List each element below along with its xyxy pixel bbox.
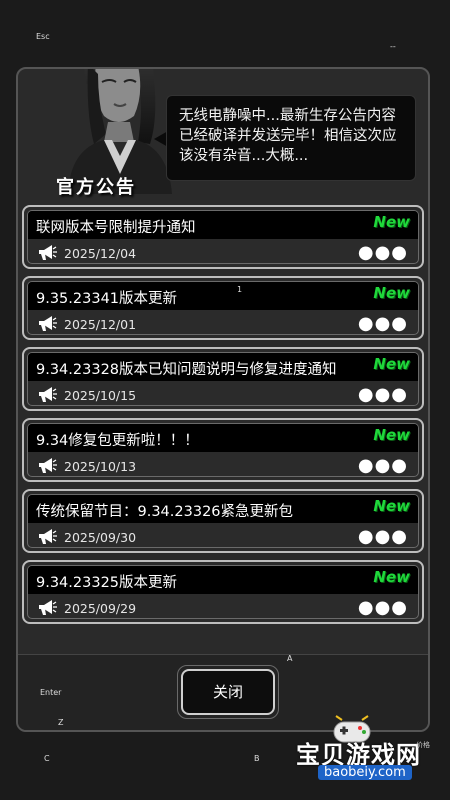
- announcement-date: 2025/12/04: [64, 246, 137, 261]
- announcement-card[interactable]: 9.34.23328版本已知问题说明与修复进度通知 New 2025/10/15…: [22, 347, 424, 411]
- more-options-icon[interactable]: ●●●: [358, 384, 408, 405]
- announcement-date: 2025/09/30: [64, 530, 137, 545]
- z-key-hint: Z: [58, 718, 64, 727]
- panel-header: 无线电静噪中...最新生存公告内容已经破译并发送完毕！相信这次应该没有杂音...…: [18, 69, 428, 199]
- one-key-hint: 1: [237, 285, 243, 294]
- more-options-icon[interactable]: ●●●: [358, 597, 408, 618]
- more-options-icon[interactable]: ●●●: [358, 455, 408, 476]
- panel-title: 官方公告: [56, 177, 136, 198]
- dash-key-hint: --: [390, 42, 396, 51]
- announcement-title: 传统保留节目：9.34.23326紧急更新包: [36, 504, 294, 520]
- megaphone-icon: [39, 387, 57, 402]
- close-button[interactable]: 关闭: [181, 669, 275, 715]
- watermark-url: baobeiy.com: [318, 765, 412, 780]
- megaphone-icon: [39, 529, 57, 544]
- new-badge: New: [373, 355, 410, 373]
- more-options-icon[interactable]: ●●●: [358, 526, 408, 547]
- new-badge: New: [373, 213, 410, 231]
- announcement-title: 9.34.23325版本更新: [36, 575, 178, 591]
- more-options-icon[interactable]: ●●●: [358, 313, 408, 334]
- announcement-title: 9.35.23341版本更新: [36, 291, 178, 307]
- megaphone-icon: [39, 458, 57, 473]
- announcement-date: 2025/09/29: [64, 601, 137, 616]
- announcement-title: 9.34修复包更新啦！！！: [36, 433, 199, 449]
- more-options-icon[interactable]: ●●●: [358, 242, 408, 263]
- new-badge: New: [373, 497, 410, 515]
- announcement-panel: 无线电静噪中...最新生存公告内容已经破译并发送完毕！相信这次应该没有杂音...…: [16, 67, 430, 732]
- speech-bubble: 无线电静噪中...最新生存公告内容已经破译并发送完毕！相信这次应该没有杂音...…: [166, 95, 416, 181]
- new-badge: New: [373, 568, 410, 586]
- announcement-title: 9.34.23328版本已知问题说明与修复进度通知: [36, 362, 337, 378]
- announcement-date: 2025/10/15: [64, 388, 137, 403]
- megaphone-icon: [39, 600, 57, 615]
- new-badge: New: [373, 284, 410, 302]
- announcement-card[interactable]: 传统保留节目：9.34.23326紧急更新包 New 2025/09/30 ●●…: [22, 489, 424, 553]
- announcement-card[interactable]: 9.34.23325版本更新 New 2025/09/29 ●●●: [22, 560, 424, 624]
- announcement-card[interactable]: 9.34修复包更新啦！！！ New 2025/10/13 ●●●: [22, 418, 424, 482]
- announcement-title: 联网版本号限制提升通知: [36, 220, 196, 236]
- watermark-small-text: 价格: [416, 741, 430, 749]
- megaphone-icon: [39, 316, 57, 331]
- announcement-card[interactable]: 联网版本号限制提升通知 New 2025/12/04 ●●●: [22, 205, 424, 269]
- new-badge: New: [373, 426, 410, 444]
- esc-key-hint: Esc: [36, 32, 50, 41]
- announcement-card[interactable]: 9.35.23341版本更新 New 2025/12/01 ●●●: [22, 276, 424, 340]
- announcement-list[interactable]: 联网版本号限制提升通知 New 2025/12/04 ●●● 9.35.2334…: [22, 205, 424, 631]
- c-key-hint: C: [44, 754, 50, 763]
- announcement-date: 2025/10/13: [64, 459, 137, 474]
- megaphone-icon: [39, 245, 57, 260]
- a-key-hint: A: [287, 654, 293, 663]
- b-key-hint: B: [254, 754, 260, 763]
- enter-key-hint: Enter: [40, 688, 62, 697]
- announcement-date: 2025/12/01: [64, 317, 137, 332]
